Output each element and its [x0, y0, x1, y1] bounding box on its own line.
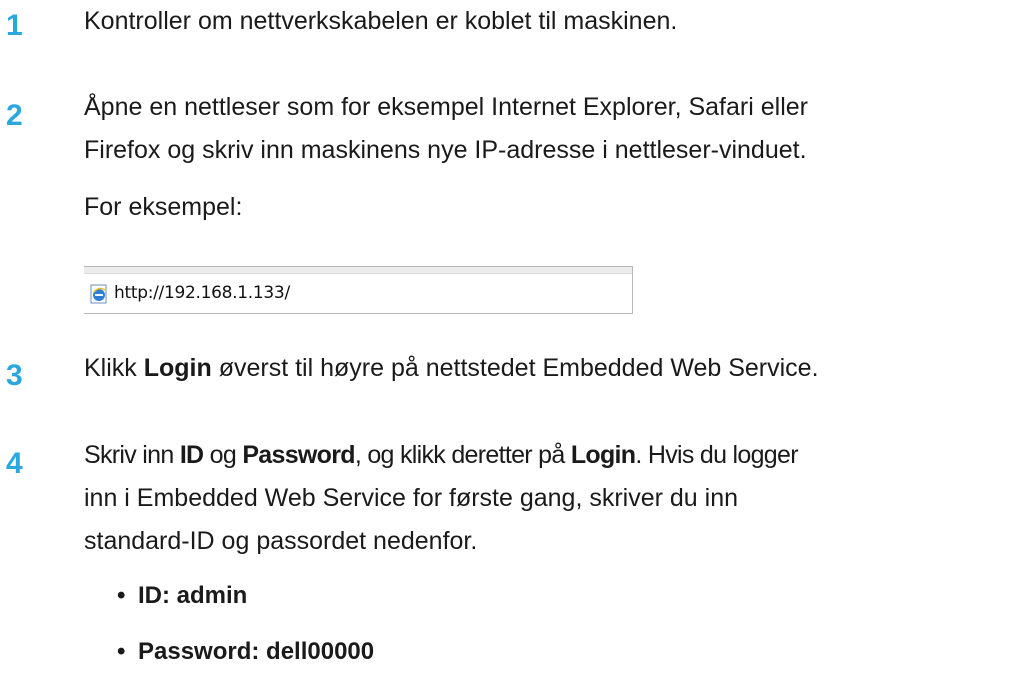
step-2-example-label: For eksempel: [84, 193, 243, 221]
step-4-t3: , og klikk deretter på [354, 441, 571, 469]
step-4-text-line-1: Skriv inn ID og Password, og klikk deret… [84, 436, 799, 474]
step-3-number: 3 [6, 359, 23, 392]
step-3-text-after: øverst til høyre på nettstedet Embedded … [211, 354, 819, 382]
step-1-number: 1 [6, 9, 23, 42]
step-4-password-bold: Password [242, 441, 355, 469]
step-4-text-line-2: inn i Embedded Web Service for første ga… [84, 484, 739, 512]
step-3-text: Klikk Login øverst til høyre på nettsted… [84, 349, 819, 387]
bullet-id-admin: ID: admin [138, 582, 248, 609]
step-2-text-line-1: Åpne en nettleser som for eksempel Inter… [84, 93, 808, 121]
step-3-text-before: Klikk [84, 354, 144, 382]
step-2-number: 2 [6, 99, 23, 132]
step-4-t1: Skriv inn [84, 441, 180, 469]
step-4-login-bold: Login [570, 441, 636, 469]
step-4-t2: og [203, 441, 243, 469]
step-4-text-line-3: standard-ID og passordet nedenfor. [84, 527, 478, 555]
bullet-password: Password: dell00000 [138, 638, 375, 665]
bullet-marker-password: • [117, 638, 126, 665]
step-2-text-line-2: Firefox og skriv inn maskinens nye IP-ad… [84, 136, 807, 164]
address-bar-url[interactable]: http://192.168.1.133/ [114, 281, 290, 305]
bullet-marker-id: • [117, 582, 126, 609]
step-4-id-bold: ID [179, 441, 204, 469]
step-1-text: Kontroller om nettverkskabelen er koblet… [84, 7, 678, 35]
step-4-t4: . Hvis du logger [635, 441, 798, 469]
step-4-number: 4 [6, 447, 23, 480]
step-3-login-bold: Login [143, 354, 212, 382]
ie-page-icon [90, 284, 107, 304]
address-bar-top-strip [84, 267, 632, 274]
browser-address-bar[interactable]: http://192.168.1.133/ [84, 266, 633, 314]
